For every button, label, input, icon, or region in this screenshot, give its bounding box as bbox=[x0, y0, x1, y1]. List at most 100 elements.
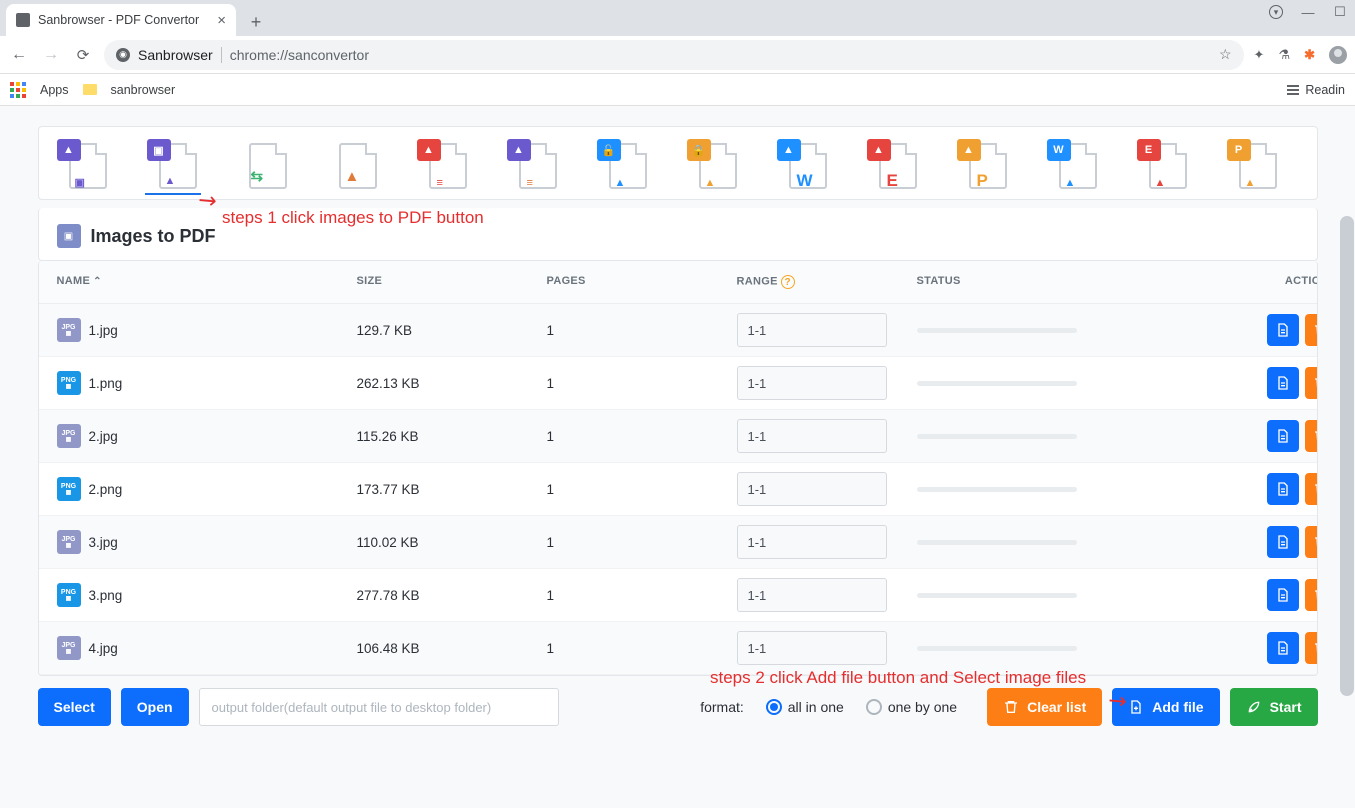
clear-list-button[interactable]: Clear list bbox=[987, 688, 1102, 726]
file-pages: 1 bbox=[547, 482, 737, 497]
radio-all-in-one[interactable]: all in one bbox=[766, 699, 844, 715]
jpg-file-icon: JPG▦ bbox=[57, 318, 81, 342]
range-input[interactable] bbox=[737, 578, 887, 612]
output-folder-input[interactable]: output folder(default output file to des… bbox=[199, 688, 559, 726]
view-file-button[interactable] bbox=[1267, 526, 1299, 558]
bookmark-sanbrowser[interactable]: sanbrowser bbox=[111, 83, 176, 97]
start-button[interactable]: Start bbox=[1230, 688, 1318, 726]
nav-extensions: ✦ ⚗ ✱ bbox=[1254, 46, 1347, 64]
progress-bar bbox=[917, 381, 1077, 386]
address-bar[interactable]: ◉ Sanbrowser chrome://sanconvertor ☆ bbox=[104, 40, 1244, 70]
select-button[interactable]: Select bbox=[38, 688, 111, 726]
open-button[interactable]: Open bbox=[121, 688, 189, 726]
tool-word-to-pdf[interactable]: W▲ bbox=[1045, 139, 1101, 195]
url-text: chrome://sanconvertor bbox=[230, 47, 369, 63]
apps-label[interactable]: Apps bbox=[40, 83, 69, 97]
col-range[interactable]: RANGE? bbox=[737, 275, 917, 289]
page-content: ▲▣ ▣▲ ⇆ ▲ ▲≡ ▲≡ 🔓▲ 🔒▲ ▲W ▲E ▲P W▲ E▲ P▲ … bbox=[0, 106, 1355, 808]
tool-pdf-to-image[interactable]: ▲▣ bbox=[55, 139, 111, 195]
delete-file-button[interactable] bbox=[1305, 314, 1318, 346]
view-file-button[interactable] bbox=[1267, 473, 1299, 505]
page-scrollbar[interactable] bbox=[1339, 216, 1355, 698]
tool-excel-to-pdf[interactable]: E▲ bbox=[1135, 139, 1191, 195]
dropdown-icon[interactable]: ▾ bbox=[1269, 5, 1283, 19]
delete-file-button[interactable] bbox=[1305, 473, 1318, 505]
col-name[interactable]: NAME bbox=[57, 275, 357, 289]
file-size: 129.7 KB bbox=[357, 323, 547, 338]
radio-one-by-one[interactable]: one by one bbox=[866, 699, 957, 715]
file-name: 3.jpg bbox=[89, 535, 118, 550]
file-name: 1.jpg bbox=[89, 323, 118, 338]
site-name: Sanbrowser bbox=[138, 47, 213, 63]
delete-file-button[interactable] bbox=[1305, 367, 1318, 399]
range-input[interactable] bbox=[737, 525, 887, 559]
table-header: NAME SIZE PAGES RANGE? STATUS ACTIONS bbox=[39, 261, 1317, 304]
view-file-button[interactable] bbox=[1267, 314, 1299, 346]
tool-unlock-pdf[interactable]: 🔓▲ bbox=[595, 139, 651, 195]
profile-avatar[interactable] bbox=[1329, 46, 1347, 64]
tool-pdf-to-text[interactable]: ▲≡ bbox=[505, 139, 561, 195]
browser-navbar: ← → ⟳ ◉ Sanbrowser chrome://sanconvertor… bbox=[0, 36, 1355, 74]
bookmarks-bar: Apps sanbrowser Readin bbox=[0, 74, 1355, 106]
minimize-button[interactable]: — bbox=[1301, 5, 1315, 20]
delete-file-button[interactable] bbox=[1305, 420, 1318, 452]
flask-icon[interactable]: ⚗ bbox=[1278, 47, 1290, 63]
back-button[interactable]: ← bbox=[8, 46, 30, 64]
col-status[interactable]: STATUS bbox=[917, 275, 1187, 289]
file-pages: 1 bbox=[547, 641, 737, 656]
divider bbox=[221, 47, 222, 63]
extension-orange-icon[interactable]: ✱ bbox=[1304, 47, 1315, 63]
tool-compress-pdf[interactable]: ▲≡ bbox=[415, 139, 471, 195]
file-pages: 1 bbox=[547, 429, 737, 444]
apps-icon[interactable] bbox=[10, 82, 26, 98]
view-file-button[interactable] bbox=[1267, 632, 1299, 664]
view-file-button[interactable] bbox=[1267, 579, 1299, 611]
browser-tab[interactable]: Sanbrowser - PDF Convertor × bbox=[6, 4, 236, 36]
file-name-cell: JPG▦4.jpg bbox=[57, 636, 357, 660]
tool-selector-card: ▲▣ ▣▲ ⇆ ▲ ▲≡ ▲≡ 🔓▲ 🔒▲ ▲W ▲E ▲P W▲ E▲ P▲ bbox=[38, 126, 1318, 200]
tool-merge-pdf[interactable]: ⇆ bbox=[235, 139, 291, 195]
maximize-button[interactable]: ☐ bbox=[1333, 4, 1347, 20]
range-input[interactable] bbox=[737, 366, 887, 400]
range-input[interactable] bbox=[737, 313, 887, 347]
bookmark-star-icon[interactable]: ☆ bbox=[1219, 46, 1232, 63]
tool-pdf-to-word[interactable]: ▲W bbox=[775, 139, 831, 195]
help-icon[interactable]: ? bbox=[781, 275, 795, 289]
delete-file-button[interactable] bbox=[1305, 526, 1318, 558]
window-titlebar: Sanbrowser - PDF Convertor × + ▾ — ☐ bbox=[0, 0, 1355, 36]
tool-split-pdf[interactable]: ▲ bbox=[325, 139, 381, 195]
new-tab-button[interactable]: + bbox=[242, 8, 270, 36]
tool-pdf-to-ppt[interactable]: ▲P bbox=[955, 139, 1011, 195]
table-row: JPG▦3.jpg110.02 KB1 bbox=[39, 516, 1317, 569]
add-file-icon bbox=[1128, 699, 1144, 715]
reload-button[interactable]: ⟳ bbox=[72, 46, 94, 64]
file-name-cell: JPG▦3.jpg bbox=[57, 530, 357, 554]
progress-bar bbox=[917, 593, 1077, 598]
progress-bar bbox=[917, 540, 1077, 545]
tool-pdf-to-excel[interactable]: ▲E bbox=[865, 139, 921, 195]
extensions-icon[interactable]: ✦ bbox=[1254, 47, 1265, 63]
view-file-button[interactable] bbox=[1267, 420, 1299, 452]
delete-file-button[interactable] bbox=[1305, 632, 1318, 664]
range-input[interactable] bbox=[737, 472, 887, 506]
panel-icon: ▣ bbox=[57, 224, 81, 248]
file-pages: 1 bbox=[547, 588, 737, 603]
file-name: 1.png bbox=[89, 376, 123, 391]
range-input[interactable] bbox=[737, 419, 887, 453]
png-file-icon: PNG▦ bbox=[57, 477, 81, 501]
tool-ppt-to-pdf[interactable]: P▲ bbox=[1225, 139, 1281, 195]
file-name: 2.jpg bbox=[89, 429, 118, 444]
table-row: PNG▦2.png173.77 KB1 bbox=[39, 463, 1317, 516]
forward-button[interactable]: → bbox=[40, 46, 62, 64]
delete-file-button[interactable] bbox=[1305, 579, 1318, 611]
tab-close-icon[interactable]: × bbox=[217, 12, 226, 29]
reading-list-icon[interactable] bbox=[1287, 85, 1299, 95]
col-size[interactable]: SIZE bbox=[357, 275, 547, 289]
tool-images-to-pdf[interactable]: ▣▲ bbox=[145, 139, 201, 195]
table-row: PNG▦3.png277.78 KB1 bbox=[39, 569, 1317, 622]
col-pages[interactable]: PAGES bbox=[547, 275, 737, 289]
range-input[interactable] bbox=[737, 631, 887, 665]
view-file-button[interactable] bbox=[1267, 367, 1299, 399]
tool-lock-pdf[interactable]: 🔒▲ bbox=[685, 139, 741, 195]
reading-label[interactable]: Readin bbox=[1305, 83, 1345, 97]
